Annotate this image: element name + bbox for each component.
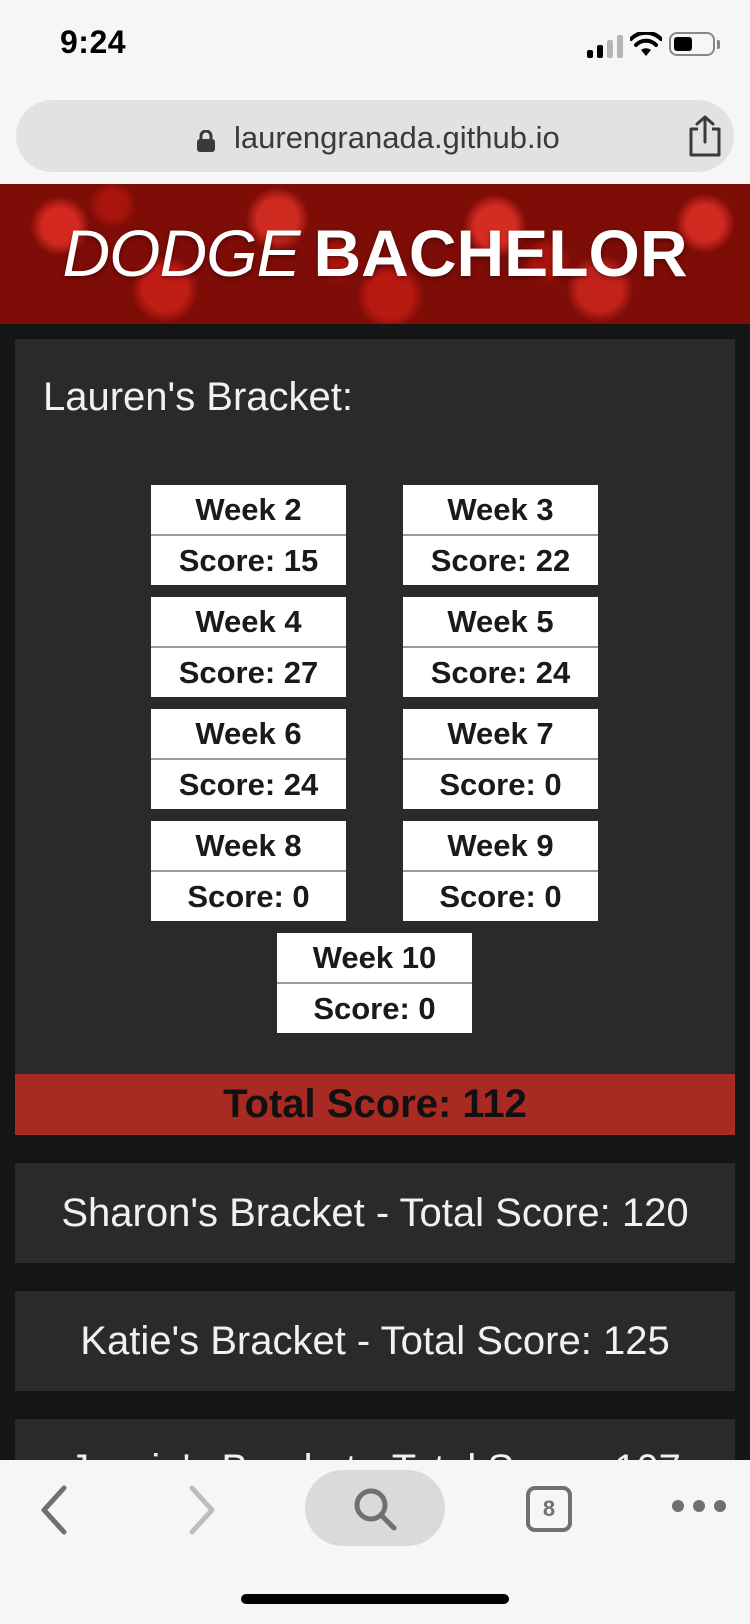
more-icon[interactable]	[672, 1500, 726, 1516]
week-card: Week 2 Score: 15	[151, 485, 346, 585]
battery-tip	[717, 40, 720, 49]
bracket-row-katie[interactable]: Katie's Bracket - Total Score: 125	[15, 1291, 735, 1391]
score-label: Score: 22	[430, 543, 571, 578]
cellular-signal-icon	[587, 34, 623, 58]
score-label: Score: 24	[178, 767, 319, 802]
week-label: Week 5	[403, 597, 598, 648]
address-bar-area: laurengranada.github.io	[0, 94, 750, 184]
tabs-button[interactable]: 8	[526, 1486, 572, 1532]
week-card: Week 5 Score: 24	[403, 597, 598, 697]
site-title-light: DODGE	[62, 216, 300, 290]
search-icon	[354, 1488, 397, 1531]
status-time: 9:24	[60, 24, 127, 60]
score-label: Score: 27	[178, 655, 319, 690]
back-icon[interactable]	[38, 1484, 72, 1536]
lock-icon	[197, 130, 215, 152]
site-banner: DODGE BACHELOR	[0, 184, 750, 324]
wifi-icon	[630, 32, 662, 56]
score-label: Score: 24	[430, 655, 571, 690]
week-label: Week 6	[151, 709, 346, 760]
week-card: Week 10 Score: 0	[277, 933, 472, 1033]
score-label: Score: 0	[313, 991, 436, 1026]
url-text: laurengranada.github.io	[234, 120, 560, 155]
score-label: Score: 0	[187, 879, 310, 914]
forward-icon[interactable]	[184, 1484, 218, 1536]
search-button[interactable]	[305, 1470, 445, 1546]
week-label: Week 9	[403, 821, 598, 872]
week-label: Week 8	[151, 821, 346, 872]
bracket-heading: Lauren's Bracket:	[43, 375, 354, 419]
address-bar[interactable]: laurengranada.github.io	[16, 100, 734, 172]
status-bar: 9:24	[0, 0, 750, 94]
score-label: Score: 15	[178, 543, 319, 578]
home-indicator	[241, 1594, 509, 1604]
browser-toolbar: 8	[0, 1460, 750, 1624]
battery-icon	[669, 32, 715, 56]
week-label: Week 7	[403, 709, 598, 760]
share-icon[interactable]	[686, 115, 724, 157]
week-card: Week 9 Score: 0	[403, 821, 598, 921]
week-card: Week 7 Score: 0	[403, 709, 598, 809]
site-title: DODGE BACHELOR	[0, 220, 750, 286]
bracket-row-sharon[interactable]: Sharon's Bracket - Total Score: 120	[15, 1163, 735, 1263]
score-label: Score: 0	[439, 767, 562, 802]
week-label: Week 4	[151, 597, 346, 648]
site-title-bold: BACHELOR	[313, 216, 688, 290]
week-card: Week 6 Score: 24	[151, 709, 346, 809]
bracket-panel[interactable]: Lauren's Bracket: Week 2 Score: 15 Week …	[15, 339, 735, 1135]
week-label: Week 2	[151, 485, 346, 536]
week-card: Week 4 Score: 27	[151, 597, 346, 697]
week-label: Week 3	[403, 485, 598, 536]
week-card: Week 8 Score: 0	[151, 821, 346, 921]
score-label: Score: 0	[439, 879, 562, 914]
week-label: Week 10	[277, 933, 472, 984]
week-card: Week 3 Score: 22	[403, 485, 598, 585]
total-score-bar: Total Score: 112	[15, 1074, 735, 1135]
